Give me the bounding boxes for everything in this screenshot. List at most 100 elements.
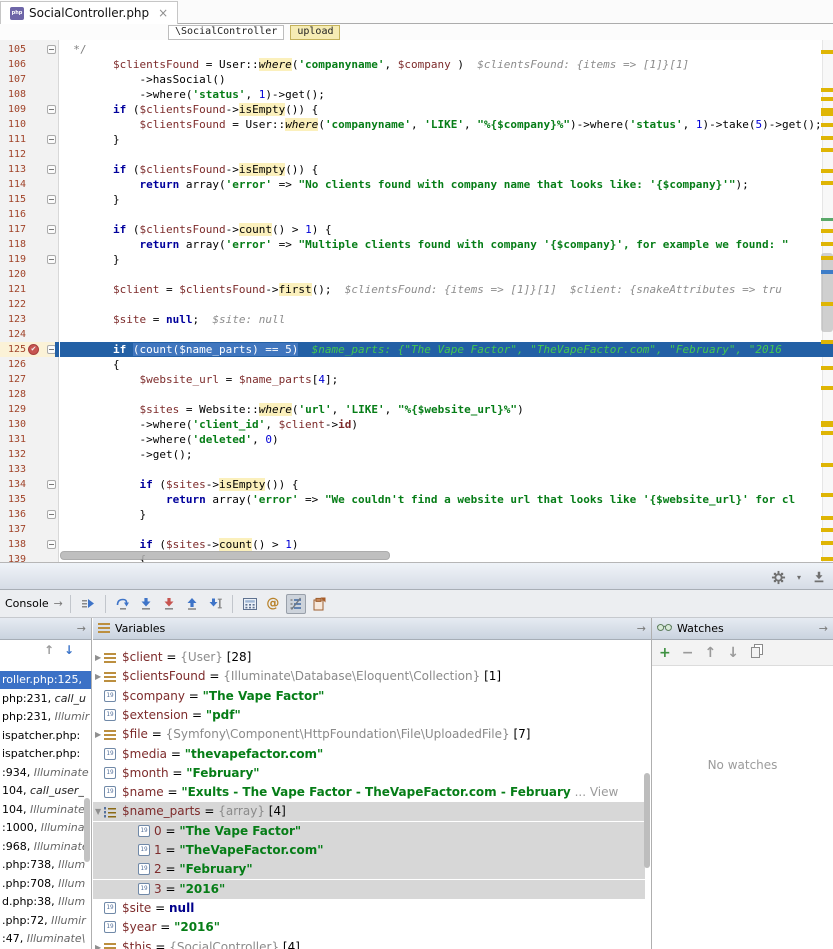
pin-icon[interactable]: → [819, 622, 828, 635]
stripe-mark[interactable] [821, 229, 833, 233]
breadcrumb-method[interactable]: upload [290, 25, 340, 40]
code-line[interactable]: } [60, 252, 833, 267]
editor-vertical-scrollbar[interactable] [821, 253, 833, 332]
editor-horizontal-scrollbar[interactable] [60, 551, 390, 560]
stack-frame[interactable]: .php:72, Illumir [0, 912, 91, 930]
stripe-mark[interactable] [821, 97, 833, 101]
step-into-icon[interactable] [136, 594, 156, 614]
stripe-mark[interactable] [821, 123, 833, 127]
variable-row[interactable]: 19$site = null [93, 899, 645, 918]
next-frame-icon[interactable]: ↓ [64, 643, 74, 657]
code-line[interactable]: } [60, 132, 833, 147]
code-line[interactable]: } [60, 507, 833, 522]
breadcrumb-class[interactable]: \SocialController [168, 25, 284, 40]
stack-frame[interactable]: :1000, Illumina [0, 819, 91, 837]
pin-icon[interactable]: → [77, 622, 86, 635]
step-over-icon[interactable] [113, 594, 133, 614]
stripe-mark[interactable] [821, 242, 833, 246]
code-line[interactable]: { [60, 357, 833, 372]
code-line[interactable] [60, 267, 833, 282]
variable-row[interactable]: 191 = "TheVapeFactor.com" [93, 841, 645, 860]
code-line[interactable]: ->where('status', 1)->get(); [60, 87, 833, 102]
remove-watch-button[interactable]: − [682, 646, 694, 660]
code-line[interactable]: if ($clientsFound->count() > 1) { [60, 222, 833, 237]
code-line[interactable]: $client = $clientsFound->first(); $clien… [60, 282, 833, 297]
stripe-mark[interactable] [821, 136, 833, 140]
breakpoint-icon[interactable]: ✔ [28, 344, 39, 355]
code-line[interactable] [60, 147, 833, 162]
code-line[interactable]: ->where('deleted', 0) [60, 432, 833, 447]
fold-icon[interactable] [47, 165, 56, 174]
fold-icon[interactable] [47, 105, 56, 114]
copy-watch-icon[interactable] [750, 643, 764, 662]
code-line[interactable]: if ($sites->isEmpty()) { [60, 477, 833, 492]
stack-frame[interactable]: php:231, Illumir [0, 708, 91, 726]
code-line[interactable] [60, 327, 833, 342]
stripe-mark[interactable] [821, 148, 833, 152]
pin-icon[interactable]: → [637, 622, 646, 635]
stack-frame[interactable]: 104, Illuminate [0, 801, 91, 819]
variable-row[interactable]: 19$extension = "pdf" [93, 706, 645, 725]
previous-frame-icon[interactable]: ↑ [44, 643, 54, 657]
add-watch-button[interactable]: + [659, 646, 671, 660]
stack-frame[interactable]: .php:708, Illum [0, 875, 91, 893]
show-values-inline-icon[interactable] [286, 594, 306, 614]
stripe-mark[interactable] [821, 421, 833, 427]
stripe-mark[interactable] [821, 256, 833, 260]
stripe-mark[interactable] [821, 541, 833, 545]
variable-row[interactable]: 192 = "February" [93, 860, 645, 879]
force-step-into-icon[interactable] [159, 594, 179, 614]
move-watch-up-button[interactable]: ↑ [704, 646, 716, 660]
fold-icon[interactable] [47, 480, 56, 489]
code-line[interactable]: } [60, 192, 833, 207]
stack-frame[interactable]: :47, Illuminate\ [0, 930, 91, 948]
code-line[interactable] [60, 522, 833, 537]
gear-icon[interactable] [769, 567, 789, 587]
code-line[interactable]: if ($clientsFound->isEmpty()) { [60, 162, 833, 177]
variable-row[interactable]: 190 = "The Vape Factor" [93, 822, 645, 841]
code-line[interactable]: ->hasSocial() [60, 72, 833, 87]
stack-frame[interactable]: 104, call_user_ [0, 782, 91, 800]
pin-tab-icon[interactable]: → [54, 597, 63, 610]
variable-row[interactable]: 19$month = "February" [93, 764, 645, 783]
code-line[interactable]: $website_url = $name_parts[4]; [60, 372, 833, 387]
code-line[interactable]: if ($clientsFound->isEmpty()) { [60, 102, 833, 117]
show-execution-point-icon[interactable] [78, 594, 98, 614]
stripe-mark[interactable] [821, 528, 833, 532]
stack-frame[interactable]: d.php:38, Illum [0, 893, 91, 911]
variable-row[interactable]: 19$company = "The Vape Factor" [93, 687, 645, 706]
stripe-mark[interactable] [821, 218, 833, 221]
stripe-mark[interactable] [821, 493, 833, 497]
code-line[interactable] [60, 387, 833, 402]
variable-row[interactable]: ▶$clientsFound = {Illuminate\Database\El… [93, 667, 645, 686]
stripe-mark[interactable] [821, 431, 833, 435]
stack-frame[interactable]: ispatcher.php: [0, 727, 91, 745]
code-line[interactable] [60, 207, 833, 222]
stack-frame[interactable]: ispatcher.php: [0, 745, 91, 763]
code-line[interactable]: $clientsFound = User::where('companyname… [60, 117, 833, 132]
stripe-mark[interactable] [821, 366, 833, 370]
code-line[interactable]: if (count($name_parts) == 5) $name_parts… [60, 342, 833, 357]
stack-frame[interactable]: :934, Illuminate [0, 764, 91, 782]
fold-icon[interactable] [47, 195, 56, 204]
evaluate-expression-icon[interactable] [240, 594, 260, 614]
fold-icon[interactable] [47, 540, 56, 549]
fold-icon[interactable] [47, 225, 56, 234]
step-out-icon[interactable] [182, 594, 202, 614]
stripe-mark[interactable] [821, 50, 833, 54]
stripe-mark[interactable] [821, 557, 833, 561]
code-line[interactable]: $sites = Website::where('url', 'LIKE', "… [60, 402, 833, 417]
stack-frame[interactable]: :968, Illuminate [0, 838, 91, 856]
stripe-mark[interactable] [821, 108, 833, 116]
fold-icon[interactable] [47, 255, 56, 264]
fold-icon[interactable] [47, 135, 56, 144]
code-line[interactable] [60, 462, 833, 477]
variable-row[interactable]: 19$name = "Exults - The Vape Factor - Th… [93, 783, 645, 802]
code-line[interactable]: return array('error' => "Multiple client… [60, 237, 833, 252]
code-line[interactable]: $clientsFound = User::where('companyname… [60, 57, 833, 72]
variable-row[interactable]: 19$media = "thevapefactor.com" [93, 745, 645, 764]
run-to-cursor-icon[interactable] [205, 594, 225, 614]
stripe-mark[interactable] [821, 516, 833, 520]
stack-frame[interactable]: php:231, call_u [0, 690, 91, 708]
tab-socialcontroller[interactable]: php SocialController.php × [0, 1, 178, 24]
